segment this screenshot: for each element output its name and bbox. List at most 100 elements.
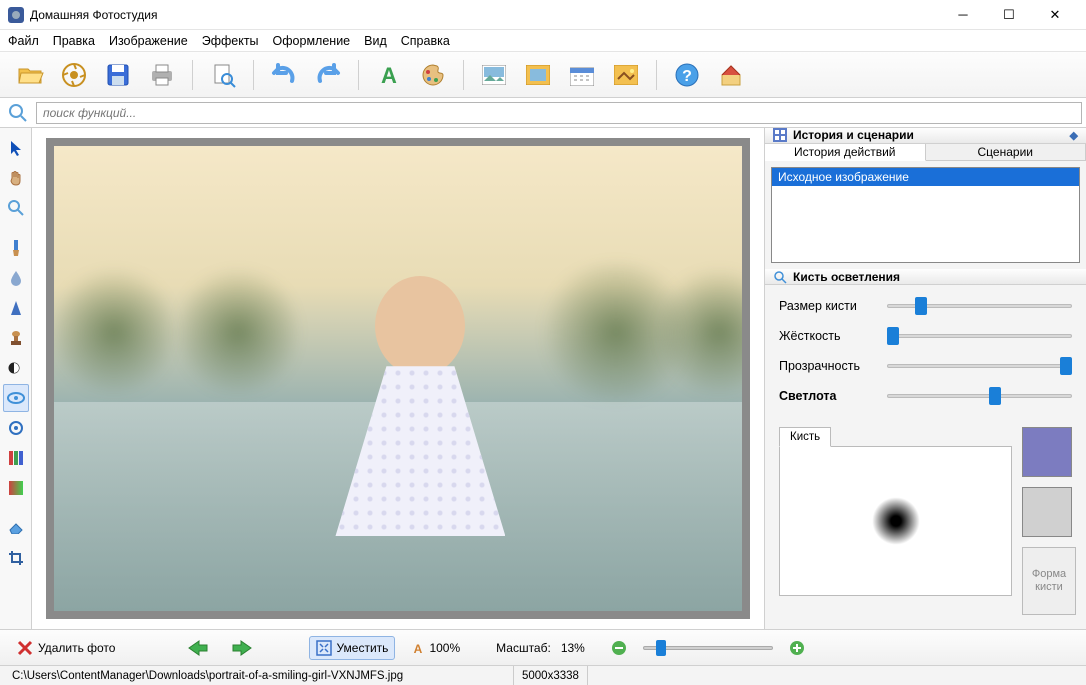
- slider-hardness[interactable]: [887, 329, 1072, 343]
- history-tabs: История действий Сценарии: [765, 144, 1086, 161]
- pointer-tool[interactable]: [3, 134, 29, 162]
- brush-dot-icon: [872, 497, 920, 545]
- brush-panel: Размер кисти Жёсткость Прозрачность Свет…: [765, 285, 1086, 629]
- slider-opacity[interactable]: [887, 359, 1072, 373]
- zoom-out-button[interactable]: [605, 637, 633, 659]
- tab-scenarios[interactable]: Сценарии: [926, 144, 1086, 160]
- save-button[interactable]: [98, 57, 138, 93]
- toolbar-separator: [358, 60, 359, 90]
- tab-history[interactable]: История действий: [765, 144, 926, 161]
- menu-effects[interactable]: Эффекты: [202, 34, 259, 48]
- main-toolbar: A ?: [0, 52, 1086, 98]
- maximize-button[interactable]: ☐: [986, 0, 1032, 30]
- dodge-tool[interactable]: [3, 354, 29, 382]
- foreground-color-swatch[interactable]: [1022, 427, 1072, 477]
- svg-text:?: ?: [682, 68, 692, 85]
- open-file-button[interactable]: [10, 57, 50, 93]
- svg-text:A: A: [414, 642, 423, 655]
- main-area: История и сценарии ◆ История действий Сц…: [0, 128, 1086, 629]
- stamp-tool[interactable]: [3, 324, 29, 352]
- zoom-in-button[interactable]: [783, 637, 811, 659]
- delete-icon: [16, 639, 34, 657]
- crop-tool[interactable]: [3, 544, 29, 572]
- text-icon: A: [411, 641, 425, 655]
- collapse-icon[interactable]: ◆: [1070, 129, 1078, 142]
- slider-lightness[interactable]: [887, 389, 1072, 403]
- menu-image[interactable]: Изображение: [109, 34, 188, 48]
- history-icon: [773, 128, 787, 142]
- menu-help[interactable]: Справка: [401, 34, 450, 48]
- search-input[interactable]: [36, 102, 1082, 124]
- status-bar: C:\Users\ContentManager\Downloads\portra…: [0, 665, 1086, 685]
- status-dimensions: 5000x3338: [514, 666, 588, 685]
- print-button[interactable]: [142, 57, 182, 93]
- canvas-image[interactable]: [54, 146, 742, 611]
- window-title: Домашняя Фотостудия: [30, 8, 940, 22]
- slider-brush-size[interactable]: [887, 299, 1072, 313]
- image-frame-button[interactable]: [518, 57, 558, 93]
- titlebar: Домашняя Фотостудия ─ ☐ ✕: [0, 0, 1086, 30]
- label-hardness: Жёсткость: [779, 329, 879, 343]
- zoom-100-button[interactable]: A 100%: [405, 638, 466, 658]
- canvas-area: [32, 128, 764, 629]
- lighten-brush-tool[interactable]: [3, 384, 29, 412]
- background-color-swatch[interactable]: [1022, 487, 1072, 537]
- label-brush-size: Размер кисти: [779, 299, 879, 313]
- hand-tool[interactable]: [3, 164, 29, 192]
- minimize-button[interactable]: ─: [940, 0, 986, 30]
- redo-button[interactable]: [308, 57, 348, 93]
- canvas-frame: [46, 138, 750, 619]
- toolbar-separator: [253, 60, 254, 90]
- delete-photo-button[interactable]: Удалить фото: [10, 636, 121, 660]
- scale-label: Масштаб:: [496, 641, 551, 655]
- zoom-tool[interactable]: [3, 194, 29, 222]
- fit-to-screen-button[interactable]: Уместить: [309, 636, 395, 660]
- slider-opacity-row: Прозрачность: [779, 359, 1072, 373]
- toolbar-separator: [192, 60, 193, 90]
- menu-view[interactable]: Вид: [364, 34, 387, 48]
- history-list[interactable]: Исходное изображение: [771, 167, 1080, 263]
- brush-panel-title: Кисть осветления: [793, 270, 900, 284]
- menu-file[interactable]: Файл: [8, 34, 39, 48]
- palette-button[interactable]: [413, 57, 453, 93]
- brush-panel-header: Кисть осветления: [765, 269, 1086, 285]
- calendar-button[interactable]: [562, 57, 602, 93]
- image-landscape-button[interactable]: [474, 57, 514, 93]
- next-image-button[interactable]: [225, 636, 259, 660]
- label-lightness: Светлота: [779, 389, 879, 403]
- canvas-wrap: [32, 128, 764, 629]
- gradient-tool[interactable]: [3, 474, 29, 502]
- history-panel-header: История и сценарии ◆: [765, 128, 1086, 144]
- darken-brush-tool[interactable]: [3, 414, 29, 442]
- page-preview-button[interactable]: [203, 57, 243, 93]
- text-tool-button[interactable]: A: [369, 57, 409, 93]
- svg-text:A: A: [381, 63, 397, 87]
- brush-shape-button[interactable]: Форма кисти: [1022, 547, 1076, 615]
- brush-icon: [773, 270, 787, 284]
- color-bars-tool[interactable]: [3, 444, 29, 472]
- toolbar-separator: [463, 60, 464, 90]
- bottom-bar: Удалить фото Уместить A 100% Масштаб: 13…: [0, 629, 1086, 665]
- menu-edit[interactable]: Правка: [53, 34, 95, 48]
- history-item[interactable]: Исходное изображение: [772, 168, 1079, 186]
- brush-tool[interactable]: [3, 234, 29, 262]
- home-button[interactable]: [711, 57, 751, 93]
- slider-size-row: Размер кисти: [779, 299, 1072, 313]
- blur-tool[interactable]: [3, 264, 29, 292]
- zoom-slider[interactable]: [643, 646, 773, 650]
- help-button[interactable]: ?: [667, 57, 707, 93]
- eraser-tool[interactable]: [3, 514, 29, 542]
- gallery-button[interactable]: [54, 57, 94, 93]
- search-icon: [4, 103, 32, 123]
- prev-image-button[interactable]: [181, 636, 215, 660]
- undo-button[interactable]: [264, 57, 304, 93]
- menu-bar: Файл Правка Изображение Эффекты Оформлен…: [0, 30, 1086, 52]
- menu-decoration[interactable]: Оформление: [273, 34, 351, 48]
- tab-brush[interactable]: Кисть: [779, 427, 831, 447]
- history-panel-title: История и сценарии: [793, 128, 914, 142]
- slider-hardness-row: Жёсткость: [779, 329, 1072, 343]
- sharpen-tool[interactable]: [3, 294, 29, 322]
- postcard-button[interactable]: [606, 57, 646, 93]
- close-button[interactable]: ✕: [1032, 0, 1078, 30]
- app-icon: [8, 7, 24, 23]
